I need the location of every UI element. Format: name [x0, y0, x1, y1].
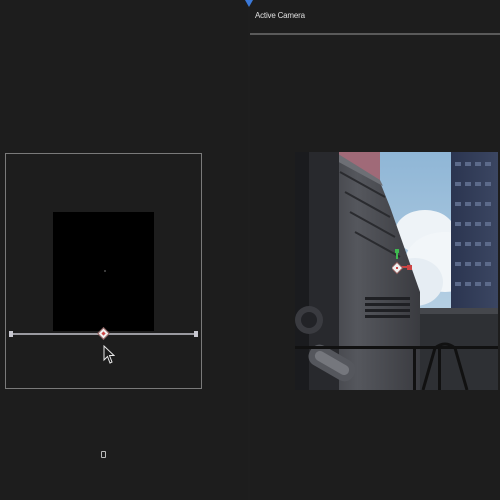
viewport-header: Active Camera: [245, 0, 500, 35]
viewport-title: Active Camera: [255, 11, 305, 20]
header-divider: [250, 33, 500, 35]
view-marker-icon[interactable]: [101, 451, 106, 458]
frame-center-dot: [104, 270, 106, 272]
slider-start-handle[interactable]: [9, 331, 13, 337]
slider-end-handle[interactable]: [194, 331, 198, 337]
mouse-pointer-icon: [103, 345, 115, 364]
panel-corner-icon: [245, 0, 253, 7]
transform-gizmo-icon[interactable]: [392, 249, 414, 279]
